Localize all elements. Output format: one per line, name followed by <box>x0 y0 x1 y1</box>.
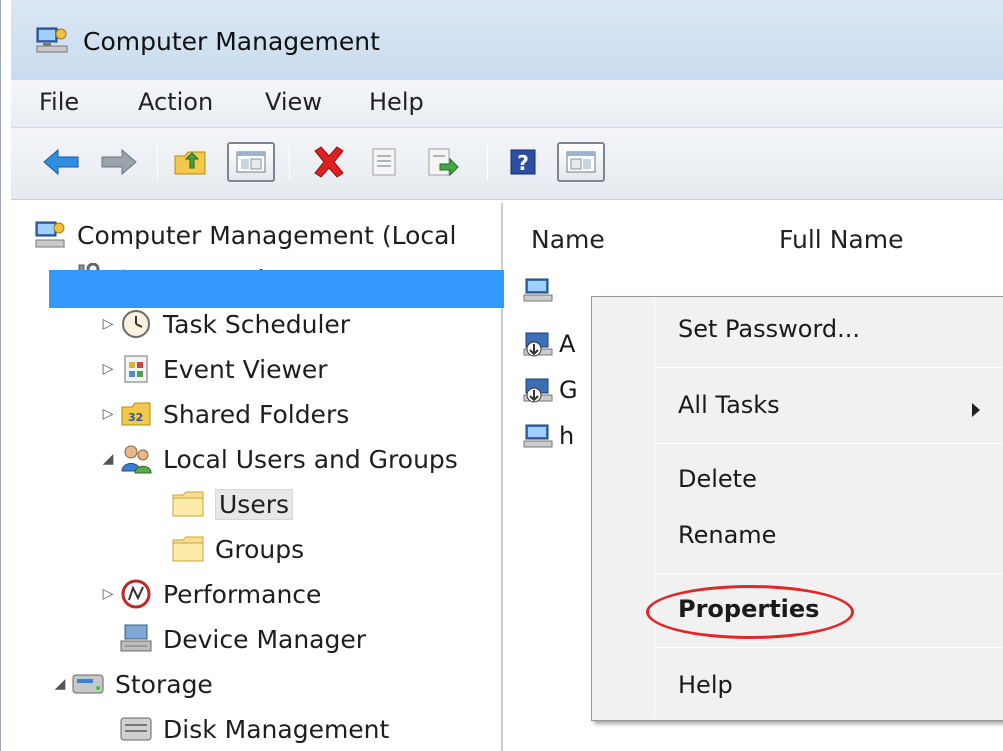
tree-node-task-scheduler[interactable]: ▷ Task Scheduler <box>97 304 350 344</box>
show-hide-action-pane-icon[interactable] <box>557 142 605 182</box>
tree-node-groups[interactable]: Groups <box>171 529 304 569</box>
computer-management-icon <box>35 26 69 54</box>
user-name: G <box>559 376 578 404</box>
up-folder-icon[interactable] <box>171 142 211 182</box>
expand-arrow-icon[interactable]: ▷ <box>97 406 119 422</box>
device-manager-icon <box>119 623 153 655</box>
expand-arrow-icon[interactable]: ▷ <box>97 361 119 377</box>
window-title: Computer Management <box>83 27 380 56</box>
computer-management-window: Computer Management File Action View Hel… <box>0 0 1003 751</box>
back-icon[interactable] <box>41 142 81 182</box>
menu-help[interactable]: Help <box>369 88 424 116</box>
menu-action[interactable]: Action <box>138 88 213 116</box>
user-name: A <box>559 330 576 358</box>
column-header-name[interactable]: Name <box>531 225 605 254</box>
tree-node-storage[interactable]: ◢ Storage <box>49 664 213 704</box>
tree-node-shared-folders[interactable]: ▷ 32 Shared Folders <box>97 394 350 434</box>
context-menu-separator <box>656 573 1002 574</box>
svg-text:32: 32 <box>128 411 143 424</box>
user-icon <box>521 274 555 306</box>
folder-icon <box>171 488 205 520</box>
list-item[interactable]: 1 <box>521 272 574 308</box>
disabled-user-icon <box>521 328 555 360</box>
user-name: 1 <box>559 276 575 304</box>
disabled-user-icon <box>521 374 555 406</box>
menu-item-help[interactable]: Help <box>678 671 733 699</box>
context-menu-gutter <box>654 299 655 718</box>
tree-node-device-manager[interactable]: Device Manager <box>119 619 366 659</box>
user-icon <box>521 420 555 452</box>
menu-item-rename[interactable]: Rename <box>678 521 776 549</box>
forward-icon[interactable] <box>99 142 139 182</box>
tree-node-performance[interactable]: ▷ Performance <box>97 574 321 614</box>
help-icon[interactable]: ? <box>503 142 543 182</box>
tree-node-event-viewer[interactable]: ▷ Event Viewer <box>97 349 328 389</box>
list-item[interactable]: G <box>521 372 578 408</box>
context-menu-separator <box>656 647 1002 648</box>
folder-icon <box>171 533 205 565</box>
clock-icon <box>119 308 153 340</box>
selected-row-highlight <box>49 270 504 308</box>
tree-node-local-users-and-groups[interactable]: ◢ Local Users and Groups <box>97 439 458 479</box>
collapse-arrow-icon[interactable]: ◢ <box>49 676 71 692</box>
expand-arrow-icon[interactable]: ▷ <box>97 316 119 332</box>
tree-node-users[interactable]: Users <box>171 484 294 524</box>
toolbar: ? <box>11 128 1003 200</box>
menu-item-set-password[interactable]: Set Password... <box>678 315 860 343</box>
svg-text:?: ? <box>517 151 529 175</box>
user-name: h <box>559 422 575 450</box>
menu-view[interactable]: View <box>265 88 322 116</box>
properties-highlight-ring <box>646 585 854 639</box>
menu-item-all-tasks[interactable]: All Tasks <box>678 391 780 419</box>
context-menu-separator <box>656 443 1002 444</box>
storage-icon <box>71 668 105 700</box>
column-header-full-name[interactable]: Full Name <box>779 225 903 254</box>
shared-folders-icon: 32 <box>119 398 153 430</box>
computer-management-icon <box>33 219 67 251</box>
performance-icon <box>119 578 153 610</box>
export-list-icon[interactable] <box>423 142 463 182</box>
toolbar-separator <box>289 144 290 180</box>
list-item[interactable]: h <box>521 418 574 454</box>
delete-icon[interactable] <box>307 142 351 182</box>
context-menu: Set Password... All Tasks Delete Rename … <box>591 296 1003 721</box>
context-menu-separator <box>656 367 1002 368</box>
submenu-arrow-icon <box>972 403 980 417</box>
title-bar: Computer Management <box>11 0 1003 80</box>
properties-icon[interactable] <box>365 142 403 182</box>
tree-node-disk-management[interactable]: Disk Management <box>119 709 389 749</box>
users-group-icon <box>119 443 153 475</box>
toolbar-separator <box>487 144 488 180</box>
show-hide-tree-icon[interactable] <box>227 142 275 182</box>
expand-arrow-icon[interactable]: ▷ <box>97 586 119 602</box>
menu-bar: File Action View Help <box>11 80 1003 128</box>
collapse-arrow-icon[interactable]: ◢ <box>97 451 119 467</box>
toolbar-separator <box>157 144 158 180</box>
event-viewer-icon <box>119 353 153 385</box>
list-item[interactable]: A <box>521 326 575 362</box>
menu-item-delete[interactable]: Delete <box>678 465 757 493</box>
disk-management-icon <box>119 713 153 745</box>
tree-node-computer-management[interactable]: Computer Management (Local <box>33 215 456 255</box>
menu-file[interactable]: File <box>39 88 79 116</box>
